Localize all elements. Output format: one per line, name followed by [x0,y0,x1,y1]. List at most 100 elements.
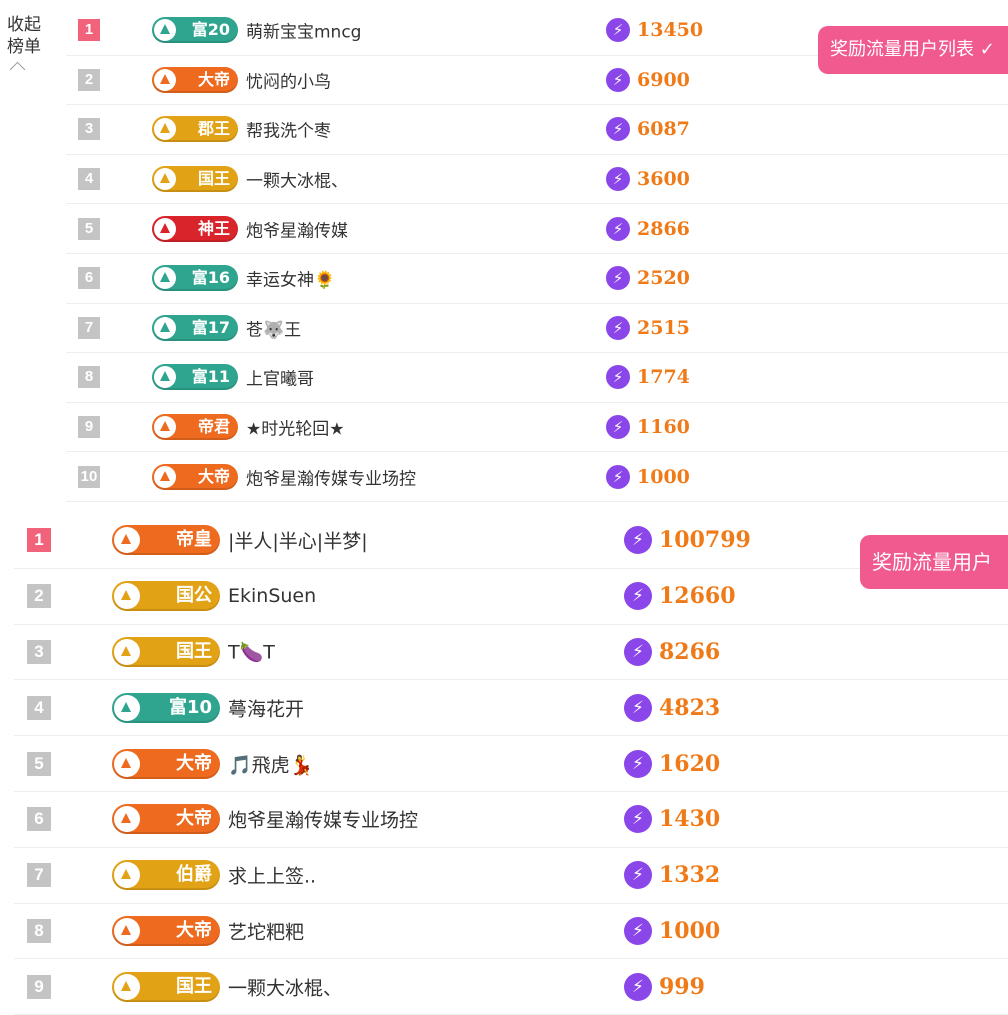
lightning-icon: ⚡ [606,464,630,489]
level-badge-label: 大帝 [197,466,230,486]
level-badge: 国王 [112,971,220,1002]
lightning-icon: ⚡ [606,315,630,340]
ranking-row[interactable]: 5 神王 炮爷星瀚传媒 ⚡ 2866 [66,204,1008,254]
level-icon [154,68,176,91]
rank-number: 2 [27,584,51,609]
score-value: 1774 [637,366,690,389]
level-badge-label: 富10 [168,696,212,718]
ranking-row[interactable]: 1 帝皇 |半人|半心|半梦| ⚡ 100799 [14,513,1008,569]
level-badge: 神王 [152,215,238,242]
reward-user-list-button[interactable]: 奖励流量用户列表 ✓ [818,26,1008,74]
user-name[interactable]: 上官曦哥 [246,365,314,390]
ranking-row[interactable]: 2 国公 EkinSuen ⚡ 12660 [14,569,1008,625]
rank-number: 9 [78,416,100,439]
rank-number: 8 [27,918,51,943]
ranking-row[interactable]: 6 大帝 炮爷星瀚传媒专业场控 ⚡ 1430 [14,792,1008,848]
user-name[interactable]: 炮爷星瀚传媒专业场控 [228,806,418,833]
collapse-ranking-toggle[interactable]: 收起 榜单 [0,14,48,78]
score-value: 2515 [637,316,690,339]
user-name[interactable]: ★时光轮回★ [246,415,344,440]
level-badge: 郡王 [152,116,238,143]
rank-number: 5 [78,217,100,240]
ranking-list-1: 1 富20 萌新宝宝mncg ⚡ 13450 2 大帝 忧闷的小鸟 ⚡ 6900 3 郡王 帮我洗个枣 ⚡… [66,6,1008,502]
ranking-row[interactable]: 3 郡王 帮我洗个枣 ⚡ 6087 [66,105,1008,155]
user-name[interactable]: 艺坨粑粑 [228,917,304,944]
level-icon [114,862,140,889]
score-value: 100799 [659,527,751,554]
level-icon [154,416,176,439]
level-icon [154,267,176,290]
level-icon [154,316,176,339]
level-badge: 帝君 [152,414,238,441]
user-name[interactable]: T🍆T [228,640,275,663]
ranking-row[interactable]: 8 富11 上官曦哥 ⚡ 1774 [66,353,1008,403]
level-icon [114,583,140,610]
rank-number: 2 [78,68,100,91]
user-name[interactable]: 炮爷星瀚传媒 [246,216,348,241]
lightning-icon: ⚡ [606,167,630,192]
user-name[interactable]: EkinSuen [228,585,316,607]
level-badge: 富11 [152,364,238,391]
lightning-icon: ⚡ [606,117,630,142]
user-name[interactable]: 忧闷的小鸟 [246,67,331,92]
level-badge: 国王 [112,636,220,667]
level-badge-label: 富16 [191,268,230,288]
lightning-icon: ⚡ [606,365,630,390]
level-badge: 富20 [152,17,238,44]
user-name[interactable]: 帮我洗个枣 [246,117,331,142]
score-value: 1160 [637,416,690,439]
lightning-icon: ⚡ [624,972,652,1001]
lightning-icon: ⚡ [624,582,652,611]
level-badge: 大帝 [152,66,238,93]
rank-number: 10 [78,465,100,488]
user-name[interactable]: |半人|半心|半梦| [228,527,368,554]
score-value: 6900 [637,68,690,91]
user-name[interactable]: 🎵飛虎💃 [228,750,313,777]
ranking-row[interactable]: 4 国王 一颗大冰棍、 ⚡ 3600 [66,155,1008,205]
score-value: 2866 [637,217,690,240]
ranking-row[interactable]: 9 帝君 ★时光轮回★ ⚡ 1160 [66,403,1008,453]
level-icon [114,750,140,777]
user-name[interactable]: 一颗大冰棍、 [246,167,348,192]
ranking-row[interactable]: 5 大帝 🎵飛虎💃 ⚡ 1620 [14,736,1008,792]
level-badge: 国王 [152,166,238,193]
score-value: 1000 [659,917,721,944]
ranking-row[interactable]: 10 大帝 炮爷星瀚传媒专业场控 ⚡ 1000 [66,452,1008,502]
ranking-row[interactable]: 7 富17 苍🐺王 ⚡ 2515 [66,304,1008,354]
reward-user-list-button-2[interactable]: 奖励流量用户 [860,535,1008,589]
rank-number: 8 [78,366,100,389]
ranking-row[interactable]: 9 国王 一颗大冰棍、 ⚡ 999 [14,959,1008,1015]
ranking-row[interactable]: 3 国王 T🍆T ⚡ 8266 [14,625,1008,681]
level-badge-label: 国王 [176,640,212,662]
user-name[interactable]: 一颗大冰棍、 [228,973,342,1000]
user-name[interactable]: 炮爷星瀚传媒专业场控 [246,464,416,489]
user-name[interactable]: 蕚海花开 [228,694,304,721]
lightning-icon: ⚡ [606,18,630,43]
rank-number: 6 [78,267,100,290]
rank-number: 1 [78,19,100,42]
rank-number: 7 [27,863,51,888]
user-name[interactable]: 苍🐺王 [246,315,301,340]
user-name[interactable]: 求上上签.. [228,862,316,889]
user-name[interactable]: 幸运女神🌻 [246,266,335,291]
score-value: 3600 [637,168,690,191]
level-badge-label: 富20 [191,20,230,40]
score-value: 6087 [637,118,690,141]
level-icon [154,217,176,240]
level-badge-label: 大帝 [176,808,212,830]
lightning-icon: ⚡ [606,216,630,241]
level-badge-label: 大帝 [176,919,212,941]
ranking-row[interactable]: 7 伯爵 求上上签.. ⚡ 1332 [14,848,1008,904]
level-icon [114,694,140,721]
lightning-icon: ⚡ [624,526,652,555]
rank-number: 4 [27,695,51,720]
level-badge-label: 富17 [191,317,230,337]
lightning-icon: ⚡ [624,861,652,890]
user-name[interactable]: 萌新宝宝mncg [246,18,361,43]
ranking-row[interactable]: 6 富16 幸运女神🌻 ⚡ 2520 [66,254,1008,304]
rank-number: 3 [27,639,51,664]
lightning-icon: ⚡ [624,805,652,834]
ranking-row[interactable]: 4 富10 蕚海花开 ⚡ 4823 [14,680,1008,737]
level-badge: 大帝 [112,804,220,835]
ranking-row[interactable]: 8 大帝 艺坨粑粑 ⚡ 1000 [14,904,1008,960]
